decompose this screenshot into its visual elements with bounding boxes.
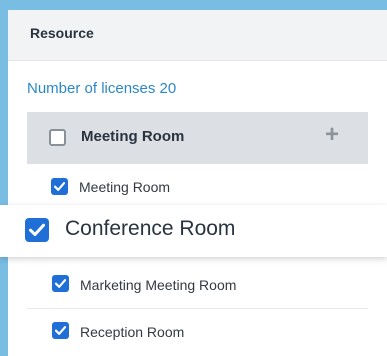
checkbox-checked[interactable]: [52, 322, 69, 339]
item-label: Conference Room: [65, 217, 236, 240]
group-checkbox[interactable]: [49, 129, 66, 146]
checkbox-checked[interactable]: [25, 218, 49, 242]
item-label: Reception Room: [80, 324, 185, 340]
list-item-meeting-room[interactable]: Meeting Room: [27, 164, 368, 211]
panel-header: Resource: [8, 10, 387, 61]
check-icon: [54, 326, 67, 335]
item-label: Marketing Meeting Room: [80, 277, 237, 293]
check-icon: [53, 182, 66, 191]
resource-panel: Resource Number of licenses 20 Meeting R…: [8, 10, 387, 356]
list-item-marketing-meeting-room[interactable]: Marketing Meeting Room: [27, 261, 368, 309]
list-item-reception-room[interactable]: Reception Room: [27, 308, 368, 356]
check-icon: [29, 223, 45, 236]
group-row-meeting-room[interactable]: Meeting Room +: [27, 112, 368, 164]
plus-icon[interactable]: +: [325, 121, 339, 149]
header-title: Resource: [30, 25, 94, 41]
checkbox-checked[interactable]: [51, 178, 68, 195]
list-item-conference-room[interactable]: Conference Room: [0, 205, 387, 257]
licenses-count: Number of licenses 20: [27, 80, 177, 97]
checkbox-checked[interactable]: [52, 275, 69, 292]
check-icon: [54, 279, 67, 288]
item-label: Meeting Room: [79, 179, 171, 195]
group-label: Meeting Room: [81, 128, 185, 145]
